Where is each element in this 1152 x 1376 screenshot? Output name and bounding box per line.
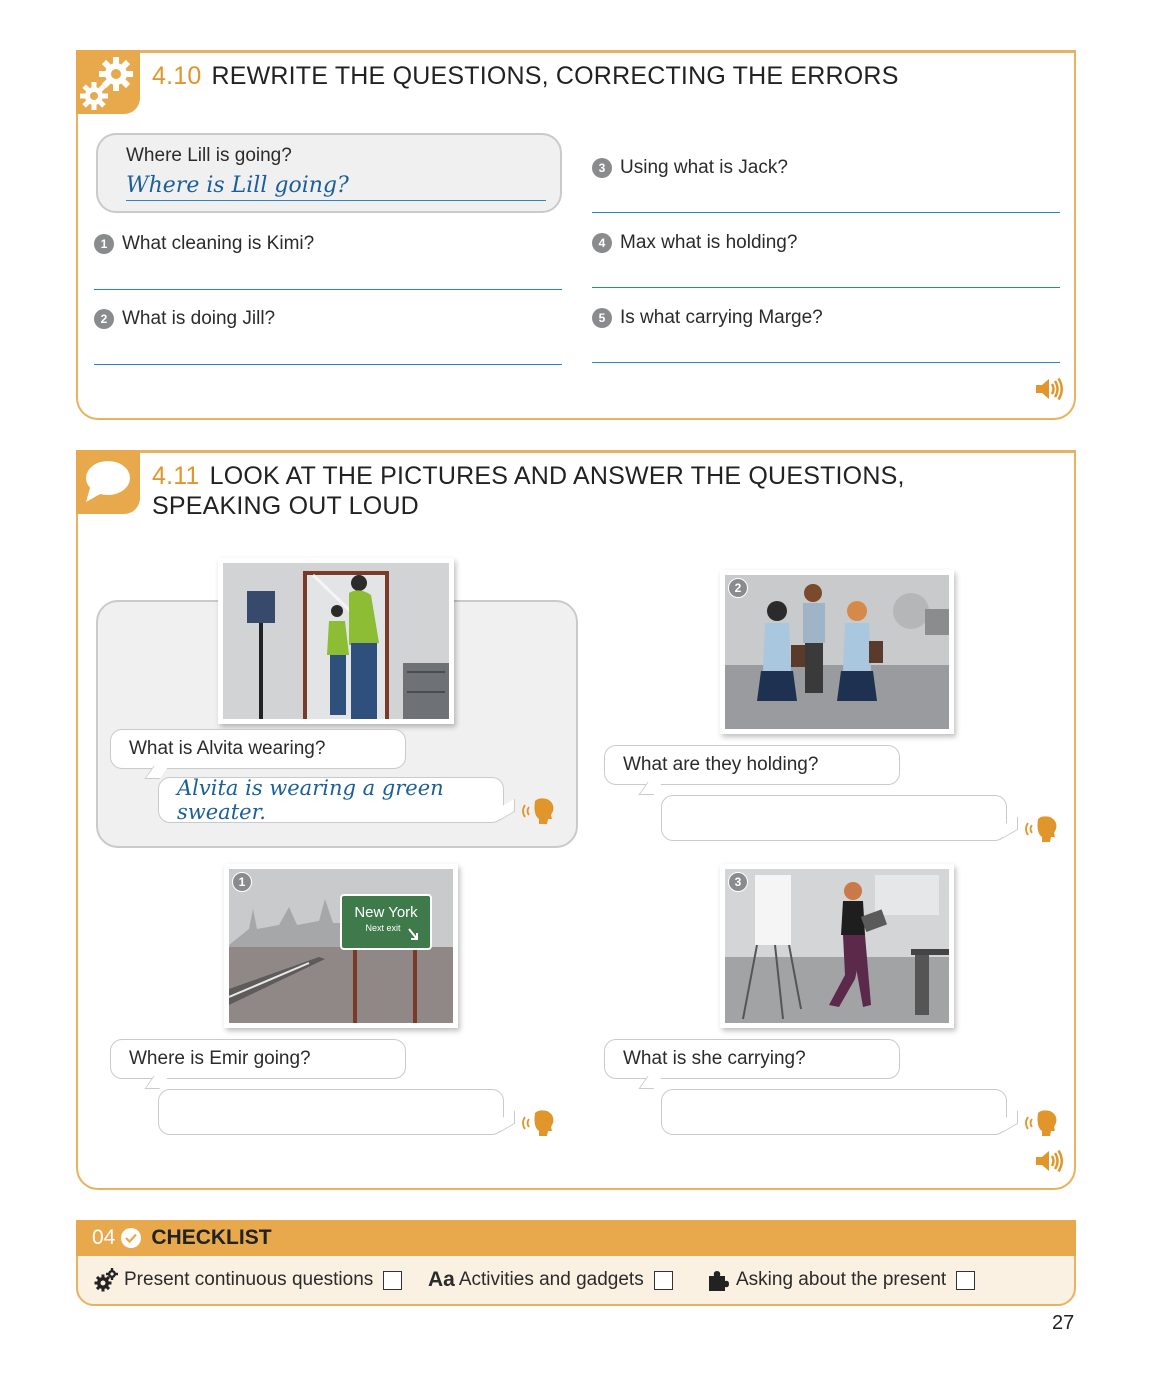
checkbox[interactable] <box>383 1270 403 1290</box>
number-badge: 1 <box>94 234 114 254</box>
question-item-5: 5 Is what carrying Marge? <box>592 307 1060 365</box>
audio-speaker-icon[interactable] <box>1034 1149 1064 1173</box>
page-number: 27 <box>1052 1312 1075 1334</box>
answer-line[interactable] <box>94 364 562 365</box>
checklist-item-skill: Asking about the present <box>706 1268 976 1292</box>
number-badge: 2 <box>94 309 114 329</box>
photo-office-woman: 3 <box>720 864 954 1028</box>
exercise-4-11: 4.11 LOOK AT THE PICTURES AND ANSWER THE … <box>76 450 1076 1190</box>
photo-number-badge: 3 <box>728 872 748 892</box>
answer-bubble-2[interactable] <box>661 795 1007 841</box>
audio-speaker-icon[interactable] <box>1034 377 1064 401</box>
example-question: Where Lill is going? <box>126 145 292 166</box>
speech-bubble-icon <box>76 450 140 514</box>
answer-line[interactable] <box>592 362 1060 363</box>
example-question: What is Alvita wearing? <box>129 738 326 759</box>
question-item-2: 2 What is doing Jill? <box>94 308 562 366</box>
number-badge: 3 <box>592 158 612 178</box>
question-item-4: 4 Max what is holding? <box>592 232 1060 290</box>
example-answer-bubble: Alvita is wearing a green sweater. <box>158 776 504 824</box>
number-badge: 4 <box>592 233 612 253</box>
question-bubble-1: Where is Emir going? <box>110 1039 406 1079</box>
checklist-label: Activities and gadgets <box>458 1269 644 1290</box>
exercise-title: 4.10 REWRITE THE QUESTIONS, CORRECTING TH… <box>152 61 899 91</box>
checklist-label: Asking about the present <box>736 1269 947 1290</box>
checklist-title: CHECKLIST <box>151 1226 272 1249</box>
question-item-3: 3 Using what is Jack? <box>592 157 1060 215</box>
speaking-head-icon <box>1024 1109 1058 1137</box>
exercise-number: 4.10 <box>152 62 202 90</box>
gears-icon <box>94 1268 118 1292</box>
question-bubble-3: What is she carrying? <box>604 1039 900 1079</box>
answer-line[interactable] <box>94 289 562 290</box>
photo-example-mirror <box>218 558 454 724</box>
question-text: What is doing Jill? <box>122 308 276 329</box>
question-text: What are they holding? <box>623 754 819 775</box>
checkmark-icon <box>121 1228 142 1248</box>
checklist-item-grammar: Present continuous questions <box>94 1268 403 1292</box>
question-text: Using what is Jack? <box>620 157 788 178</box>
exercise-number: 4.11 <box>152 462 200 490</box>
photo-students: 2 <box>720 570 954 734</box>
example-answer: Where is Lill going? <box>126 173 546 201</box>
question-item-1: 1 What cleaning is Kimi? <box>94 233 562 291</box>
question-bubble-2: What are they holding? <box>604 745 900 785</box>
photo-number-badge: 2 <box>728 578 748 598</box>
checklist: 04 CHECKLIST Present continuous question… <box>76 1220 1076 1306</box>
vocabulary-aa-icon: Aa <box>428 1268 455 1291</box>
checklist-header: 04 CHECKLIST <box>76 1220 1076 1256</box>
checkbox[interactable] <box>653 1270 673 1290</box>
speaking-head-icon <box>521 1109 555 1137</box>
checkbox[interactable] <box>956 1270 976 1290</box>
photo-number-badge: 1 <box>232 872 252 892</box>
speaking-head-icon <box>1024 815 1058 843</box>
exercise-4-10: 4.10 REWRITE THE QUESTIONS, CORRECTING TH… <box>76 50 1076 420</box>
answer-line[interactable] <box>592 287 1060 288</box>
example-box: Where Lill is going? Where is Lill going… <box>96 133 562 213</box>
sign-subtitle: Next exit <box>365 923 401 933</box>
checklist-label: Present continuous questions <box>124 1269 374 1290</box>
example-answer: Alvita is wearing a green sweater. <box>177 776 444 824</box>
gears-icon <box>76 50 140 114</box>
checklist-item-vocabulary: Aa Activities and gadgets <box>428 1268 673 1292</box>
question-text: Where is Emir going? <box>129 1048 311 1069</box>
question-text: Is what carrying Marge? <box>620 307 823 328</box>
number-badge: 5 <box>592 308 612 328</box>
unit-number: 04 <box>92 1226 116 1249</box>
exercise-title-line2: SPEAKING OUT LOUD <box>152 492 419 520</box>
exercise-title-text: REWRITE THE QUESTIONS, CORRECTING THE ER… <box>211 62 899 90</box>
puzzle-icon <box>706 1268 730 1292</box>
answer-line[interactable] <box>592 212 1060 213</box>
question-text: What is she carrying? <box>623 1048 806 1069</box>
question-text: Max what is holding? <box>620 232 798 253</box>
photo-new-york-road: New York Next exit 1 <box>224 864 458 1028</box>
answer-bubble-3[interactable] <box>661 1089 1007 1135</box>
answer-bubble-1[interactable] <box>158 1089 504 1135</box>
exercise-title-line1: LOOK AT THE PICTURES AND ANSWER THE QUES… <box>209 462 905 490</box>
exercise-title: 4.11 LOOK AT THE PICTURES AND ANSWER THE … <box>152 461 905 521</box>
speaking-head-icon <box>521 797 555 825</box>
question-text: What cleaning is Kimi? <box>122 233 315 254</box>
sign-title: New York <box>354 904 418 921</box>
example-question-bubble: What is Alvita wearing? <box>110 729 406 769</box>
